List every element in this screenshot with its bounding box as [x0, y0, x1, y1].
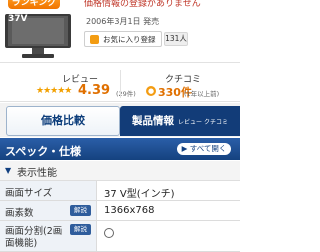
explanation-badge[interactable]: 解説 [70, 224, 91, 235]
spec-label: 画素数 [5, 208, 34, 219]
divider [120, 70, 121, 98]
review-score[interactable]: 4.39 [78, 83, 110, 98]
favorite-icon [90, 34, 99, 44]
divider [0, 62, 240, 63]
kuchikomi-period: (1年以上前) [184, 90, 220, 98]
screen-size-label: 37V [8, 14, 28, 24]
favorite-button[interactable]: お気に入り登録 [84, 31, 162, 47]
spec-label: 画面サイズ [5, 188, 53, 199]
favorite-count: 131人 [164, 32, 188, 46]
spec-label: 面機能) [5, 238, 38, 249]
speech-bubble-icon: ● [146, 86, 156, 96]
tab-product-info[interactable]: 製品情報 レビュー クチコミ [120, 106, 240, 136]
tab-product-info-label: 製品情報 [132, 115, 175, 127]
table-row: 画面分割(2画 面機能) 解説 [0, 221, 240, 252]
table-row: 画面サイズ 37 V型(インチ) [0, 181, 240, 201]
not-supported-icon [104, 228, 114, 238]
spec-section-title: スペック・仕様 [5, 145, 82, 158]
star-rating-icon: ★★★★★ [36, 86, 72, 96]
tab-price-comparison[interactable]: 価格比較 [6, 106, 120, 136]
review-count: (29件) [116, 90, 136, 98]
display-performance-label: 表示性能 [17, 168, 57, 179]
price-notice: 価格情報の登録がありません [84, 0, 201, 9]
collapse-icon: ▼ [5, 166, 12, 175]
spec-value: 1366x768 [104, 205, 155, 216]
favorite-label: お気に入り登録 [103, 34, 156, 44]
ranking-badge[interactable]: ランキング [8, 0, 60, 9]
spec-value: 37 V型(インチ) [104, 189, 175, 200]
tab-product-info-sub: レビュー クチコミ [178, 119, 228, 126]
release-date: 2006年3月1日 発売 [86, 17, 160, 26]
explanation-badge[interactable]: 解説 [70, 205, 91, 216]
divider [0, 101, 240, 102]
table-row: 画素数 解説 1366x768 [0, 201, 240, 221]
expand-all-button[interactable]: ▶ すべて開く [177, 143, 231, 155]
